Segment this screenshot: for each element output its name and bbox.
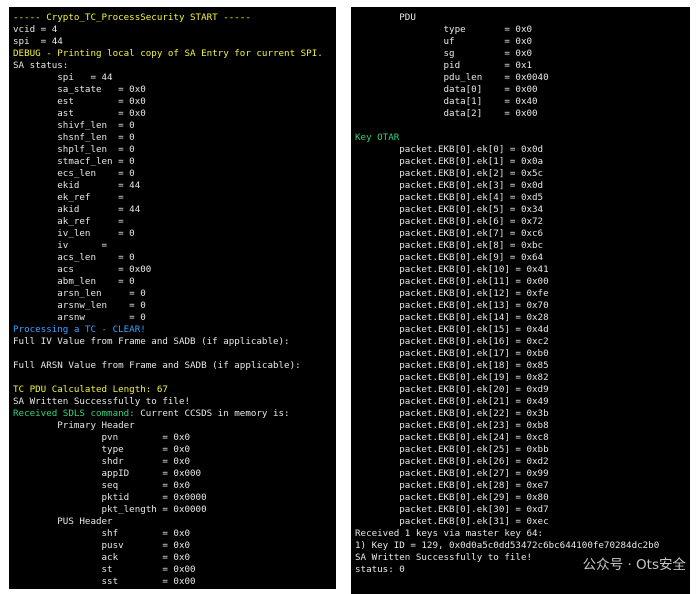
terminal-line: packet.EKB[0].ek[7] = 0xc6	[355, 228, 544, 239]
terminal-line: packet.EKB[0].ek[6] = 0x72	[355, 216, 544, 227]
terminal-line: Full ARSN Value from Frame and SADB (if …	[13, 360, 301, 371]
terminal-line: sg = 0x0	[355, 48, 533, 59]
terminal-line: packet.EKB[0].ek[16] = 0xc2	[355, 336, 549, 347]
terminal-line: stmacf_len = 0	[13, 156, 135, 167]
terminal-line: packet.EKB[0].ek[22] = 0x3b	[355, 408, 549, 419]
terminal-line: pdu_len = 0x0040	[355, 72, 549, 83]
terminal-line: arsn_len = 0	[13, 288, 146, 299]
terminal-line: packet.EKB[0].ek[14] = 0x28	[355, 312, 549, 323]
terminal-line: pusv = 0x0	[13, 540, 191, 551]
terminal-line: sa_state = 0x0	[13, 84, 146, 95]
terminal-line: pktid = 0x0000	[13, 492, 207, 503]
terminal-line: SA status:	[13, 60, 69, 71]
terminal-line: vcid = 4	[13, 24, 58, 35]
terminal-line: 1) Key ID = 129, 0x0d0a5c0dd53472c6bc644…	[355, 540, 660, 551]
terminal-line: packet.EKB[0].ek[9] = 0x64	[355, 252, 544, 263]
terminal-line: seq = 0x0	[13, 480, 191, 491]
terminal-line: acs = 0x00	[13, 264, 152, 275]
terminal-line: shdr = 0x0	[13, 456, 191, 467]
terminal-line: TC PDU Calculated Length: 67	[13, 384, 168, 395]
terminal-line: Received SDLS command: Current CCSDS in …	[9, 408, 336, 420]
terminal-line: ekid = 44	[13, 180, 141, 191]
terminal-line: packet.EKB[0].ek[23] = 0xb8	[355, 420, 549, 431]
terminal-line: packet.EKB[0].ek[31] = 0xec	[355, 516, 549, 527]
terminal-line: iv_len = 0	[13, 228, 135, 239]
terminal-line: sid = 0x0	[9, 588, 336, 589]
terminal-line: Received 1 keys via master key 64:	[355, 528, 544, 539]
left-terminal-window[interactable]: ----- Crypto_TC_ProcessSecurity START --…	[9, 7, 336, 589]
terminal-line: packet.EKB[0].ek[24] = 0xc8	[355, 432, 549, 443]
terminal-line: PUS Header	[13, 516, 113, 527]
terminal-line: packet.EKB[0].ek[28] = 0xe7	[355, 480, 549, 491]
terminal-line: akid = 44	[13, 204, 141, 215]
terminal-line: st = 0x00	[13, 564, 196, 575]
terminal-line: ack = 0x0	[13, 552, 191, 563]
terminal-line: packet.EKB[0].ek[5] = 0x34	[355, 204, 544, 215]
terminal-line: Full IV Value from Frame and SADB (if ap…	[13, 336, 290, 347]
terminal-line: type = 0x0	[13, 444, 191, 455]
terminal-line: DEBUG - Printing local copy of SA Entry …	[13, 48, 323, 59]
wechat-watermark: 公众号 · Ots安全	[582, 557, 686, 573]
terminal-line: packet.EKB[0].ek[13] = 0x70	[355, 300, 549, 311]
terminal-line: iv =	[13, 240, 108, 251]
terminal-line: abm_len = 0	[13, 276, 135, 287]
terminal-line: spi = 44	[13, 36, 63, 47]
terminal-line: spi = 44	[13, 72, 113, 83]
terminal-line: shsnf_len = 0	[13, 132, 135, 143]
terminal-line: packet.EKB[0].ek[21] = 0x49	[355, 396, 549, 407]
terminal-line: uf = 0x0	[355, 36, 533, 47]
terminal-line: ecs_len = 0	[13, 168, 135, 179]
terminal-line: ak_ref =	[13, 216, 124, 227]
terminal-line: ----- Crypto_TC_ProcessSecurity START --…	[13, 12, 251, 23]
right-terminal-window[interactable]: PDU type = 0x0 uf = 0x0 sg = 0x0 pid = 0…	[351, 7, 690, 594]
terminal-line: ast = 0x0	[13, 108, 146, 119]
terminal-line: pid = 0x1	[355, 60, 533, 71]
terminal-line: packet.EKB[0].ek[10] = 0x41	[355, 264, 549, 275]
terminal-line: packet.EKB[0].ek[18] = 0x85	[355, 360, 549, 371]
terminal-line: pkt_length = 0x0000	[13, 504, 207, 515]
terminal-line: data[0] = 0x00	[355, 84, 538, 95]
terminal-line: Processing a TC - CLEAR!	[13, 324, 146, 335]
terminal-line: packet.EKB[0].ek[12] = 0xfe	[355, 288, 549, 299]
terminal-line: sst = 0x00	[13, 576, 196, 587]
terminal-line: PDU	[355, 12, 416, 23]
terminal-line: packet.EKB[0].ek[25] = 0xbb	[355, 444, 549, 455]
terminal-line: est = 0x0	[13, 96, 146, 107]
terminal-segment: Current CCSDS in memory is:	[140, 408, 290, 419]
terminal-line: packet.EKB[0].ek[17] = 0xb0	[355, 348, 549, 359]
terminal-line: packet.EKB[0].ek[27] = 0x99	[355, 468, 549, 479]
terminal-line: packet.EKB[0].ek[0] = 0x0d	[355, 144, 544, 155]
terminal-line: packet.EKB[0].ek[3] = 0x0d	[355, 180, 544, 191]
terminal-line: packet.EKB[0].ek[1] = 0x0a	[355, 156, 544, 167]
terminal-line: appID = 0x000	[13, 468, 202, 479]
terminal-line: Key OTAR	[355, 132, 400, 143]
terminal-line: data[2] = 0x00	[355, 108, 538, 119]
terminal-line: ek_ref =	[13, 192, 124, 203]
terminal-line: acs_len = 0	[13, 252, 135, 263]
terminal-line: data[1] = 0x40	[355, 96, 538, 107]
terminal-line: packet.EKB[0].ek[11] = 0x00	[355, 276, 549, 287]
terminal-line: type = 0x0	[355, 24, 533, 35]
terminal-line: packet.EKB[0].ek[8] = 0xbc	[355, 240, 544, 251]
terminal-line: Primary Header	[13, 420, 135, 431]
terminal-line: packet.EKB[0].ek[29] = 0x80	[355, 492, 549, 503]
terminal-line: packet.EKB[0].ek[30] = 0xd7	[355, 504, 549, 515]
terminal-line: packet.EKB[0].ek[15] = 0x4d	[355, 324, 549, 335]
terminal-line: shf = 0x0	[13, 528, 191, 539]
terminal-line: packet.EKB[0].ek[20] = 0xd9	[355, 384, 549, 395]
terminal-line: shplf_len = 0	[13, 144, 135, 155]
terminal-line: arsnw_len = 0	[13, 300, 146, 311]
terminal-line: packet.EKB[0].ek[4] = 0xd5	[355, 192, 544, 203]
terminal-line: packet.EKB[0].ek[19] = 0x82	[355, 372, 549, 383]
terminal-line: arsnw = 0	[13, 312, 146, 323]
terminal-line: pvn = 0x0	[13, 432, 191, 443]
terminal-segment: Received SDLS command:	[13, 408, 141, 419]
terminal-line: SA Written Successfully to file!	[13, 396, 191, 407]
terminal-line: packet.EKB[0].ek[26] = 0xd2	[355, 456, 549, 467]
terminal-line: shivf_len = 0	[13, 120, 135, 131]
terminal-line: packet.EKB[0].ek[2] = 0x5c	[355, 168, 544, 179]
